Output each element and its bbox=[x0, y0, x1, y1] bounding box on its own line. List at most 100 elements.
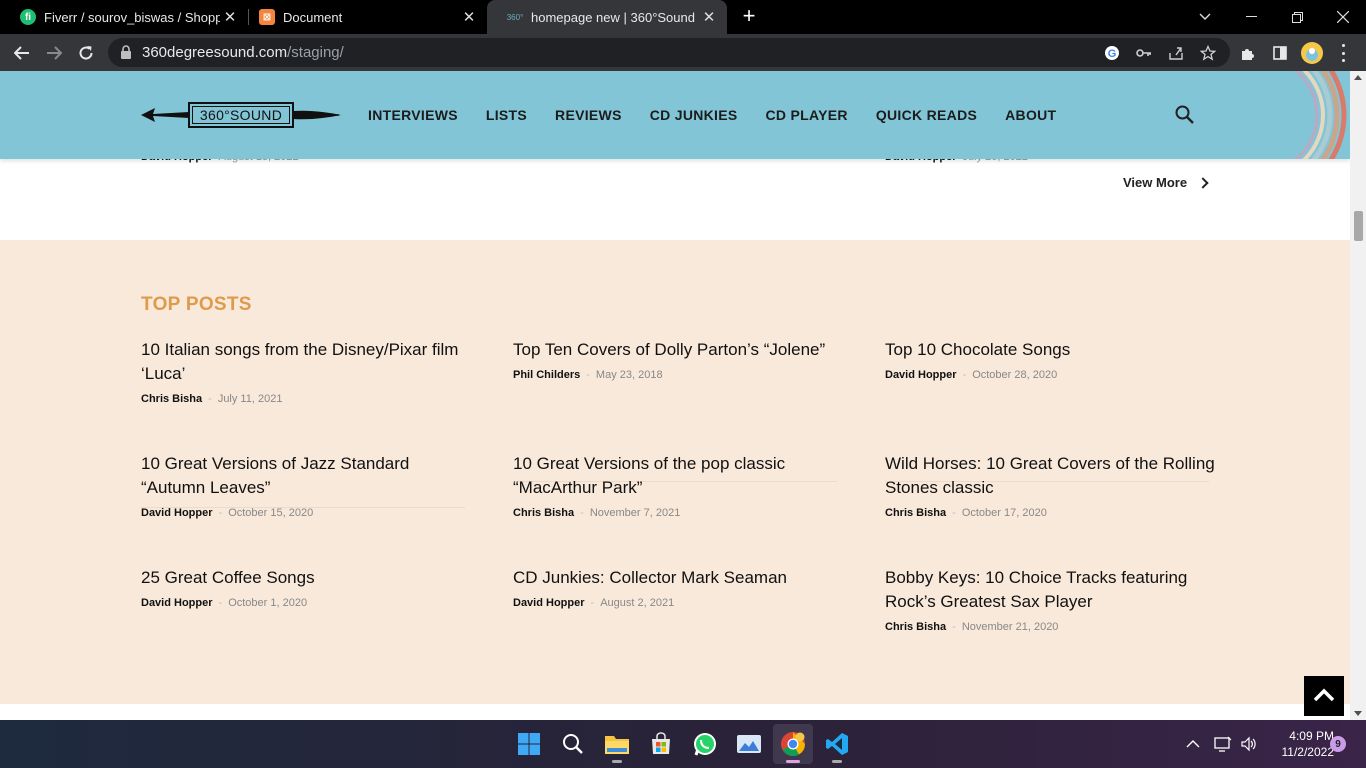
nav-cd-player[interactable]: CD PLAYER bbox=[766, 107, 848, 123]
photos-button[interactable] bbox=[729, 724, 769, 764]
profile-avatar-icon[interactable] bbox=[1300, 41, 1324, 65]
post-author[interactable]: Chris Bisha bbox=[141, 393, 202, 405]
close-window-button[interactable] bbox=[1320, 0, 1366, 34]
clock[interactable]: 4:09 PM 11/2/2022 bbox=[1264, 728, 1335, 760]
chevron-up-icon[interactable] bbox=[1186, 739, 1200, 749]
post-date: October 28, 2020 bbox=[972, 369, 1058, 381]
nav-lists[interactable]: LISTS bbox=[486, 107, 527, 123]
post-title[interactable]: 10 Italian songs from the Disney/Pixar f… bbox=[141, 338, 471, 386]
post-card: 10 Great Versions of Jazz Standard “Autu… bbox=[141, 452, 471, 519]
chevron-up-icon bbox=[1313, 688, 1335, 702]
back-button[interactable] bbox=[9, 40, 35, 66]
search-button[interactable] bbox=[1174, 104, 1196, 126]
view-more-label: View More bbox=[1123, 175, 1188, 190]
post-date: October 17, 2020 bbox=[961, 507, 1047, 519]
minimize-button[interactable] bbox=[1228, 0, 1274, 34]
chrome-button[interactable] bbox=[773, 724, 813, 764]
key-icon[interactable] bbox=[1135, 44, 1153, 62]
scroll-up-icon[interactable] bbox=[1354, 75, 1362, 80]
vscode-icon bbox=[826, 733, 848, 755]
tab-fiverr[interactable]: fi Fiverr / sourov_biswas / Shopping ✕ bbox=[0, 0, 248, 34]
post-author[interactable]: David Hopper bbox=[141, 507, 213, 519]
system-tray bbox=[1186, 720, 1258, 768]
taskbar-search-button[interactable] bbox=[553, 724, 593, 764]
close-icon[interactable]: ✕ bbox=[459, 8, 479, 26]
network-icon[interactable] bbox=[1214, 736, 1232, 752]
nav-quick-reads[interactable]: QUICK READS bbox=[876, 107, 977, 123]
forward-button[interactable] bbox=[41, 40, 67, 66]
nav-reviews[interactable]: REVIEWS bbox=[555, 107, 622, 123]
url-text[interactable]: 360degreesound.com/staging/ bbox=[142, 44, 344, 61]
windows-taskbar: 4:09 PM 11/2/2022 9 bbox=[0, 720, 1366, 768]
start-button[interactable] bbox=[509, 724, 549, 764]
post-title[interactable]: Top 10 Chocolate Songs bbox=[885, 338, 1215, 362]
google-icon[interactable]: G bbox=[1103, 44, 1121, 62]
share-icon[interactable] bbox=[1167, 44, 1185, 62]
microsoft-store-button[interactable] bbox=[641, 724, 681, 764]
post-title[interactable]: Wild Horses: 10 Great Covers of the Roll… bbox=[885, 452, 1215, 500]
post-author[interactable]: David Hopper bbox=[141, 597, 213, 609]
vscode-button[interactable] bbox=[817, 724, 857, 764]
volume-icon[interactable] bbox=[1240, 736, 1258, 752]
lock-icon[interactable] bbox=[120, 45, 132, 59]
decorative-stripes bbox=[1293, 71, 1347, 159]
site-logo[interactable]: 360°SOUND bbox=[141, 99, 341, 131]
nav-cd-junkies[interactable]: CD JUNKIES bbox=[650, 107, 738, 123]
chevron-down-icon bbox=[1199, 13, 1211, 20]
post-date: November 7, 2021 bbox=[589, 507, 681, 519]
notification-badge[interactable]: 9 bbox=[1330, 736, 1346, 752]
restore-button[interactable] bbox=[1274, 0, 1320, 34]
close-icon[interactable]: ✕ bbox=[699, 8, 719, 26]
post-title[interactable]: CD Junkies: Collector Mark Seaman bbox=[513, 566, 843, 590]
nav-interviews[interactable]: INTERVIEWS bbox=[368, 107, 458, 123]
svg-text:G: G bbox=[1108, 48, 1117, 60]
close-icon[interactable]: ✕ bbox=[220, 8, 240, 26]
scroll-down-icon[interactable] bbox=[1354, 711, 1362, 716]
post-title[interactable]: 10 Great Versions of Jazz Standard “Autu… bbox=[141, 452, 471, 500]
post-title[interactable]: 10 Great Versions of the pop classic “Ma… bbox=[513, 452, 843, 500]
post-card: 10 Italian songs from the Disney/Pixar f… bbox=[141, 338, 471, 405]
new-tab-button[interactable]: + bbox=[738, 5, 760, 27]
tab-title: Document bbox=[283, 9, 343, 25]
page-viewport: David HopperAugust 18, 2022 David Hopper… bbox=[0, 71, 1350, 720]
tab-search-button[interactable] bbox=[1182, 0, 1228, 34]
fiverr-icon: fi bbox=[20, 9, 36, 25]
post-title[interactable]: Top Ten Covers of Dolly Parton’s “Jolene… bbox=[513, 338, 843, 362]
post-date: November 21, 2020 bbox=[961, 621, 1059, 633]
section-title: TOP POSTS bbox=[141, 294, 252, 315]
arrow-left-icon bbox=[14, 46, 29, 60]
post-title[interactable]: Bobby Keys: 10 Choice Tracks featuring R… bbox=[885, 566, 1215, 614]
side-panel-icon[interactable] bbox=[1270, 43, 1290, 63]
post-author[interactable]: Chris Bisha bbox=[513, 507, 574, 519]
tab-homepage[interactable]: 360° homepage new | 360°Sound ✕ bbox=[487, 0, 727, 34]
tab-document[interactable]: ⊠ Document ✕ bbox=[239, 0, 487, 34]
browser-tab-strip: fi Fiverr / sourov_biswas / Shopping ✕ ⊠… bbox=[0, 0, 1366, 34]
clock-date: 11/2/2022 bbox=[1281, 745, 1335, 759]
post-date: July 11, 2021 bbox=[217, 393, 283, 405]
post-author[interactable]: David Hopper bbox=[885, 369, 957, 381]
bookmark-star-icon[interactable] bbox=[1199, 44, 1217, 62]
reload-button[interactable] bbox=[73, 40, 99, 66]
browser-menu-icon[interactable] bbox=[1342, 44, 1346, 62]
post-author[interactable]: David Hopper bbox=[513, 597, 585, 609]
page-scrollbar[interactable] bbox=[1350, 71, 1366, 720]
extensions-icon[interactable] bbox=[1238, 43, 1258, 63]
whatsapp-button[interactable] bbox=[685, 724, 725, 764]
post-title[interactable]: 25 Great Coffee Songs bbox=[141, 566, 471, 590]
address-bar[interactable]: 360degreesound.com/staging/ G bbox=[108, 38, 1230, 67]
post-card: Top 10 Chocolate Songs David Hopper - Octo… bbox=[885, 338, 1215, 381]
nav-about[interactable]: ABOUT bbox=[1005, 107, 1056, 123]
post-author[interactable]: Phil Childers bbox=[513, 369, 580, 381]
post-date: May 23, 2018 bbox=[595, 369, 663, 381]
search-icon bbox=[1175, 105, 1194, 124]
post-author[interactable]: Chris Bisha bbox=[885, 507, 946, 519]
scroll-thumb[interactable] bbox=[1354, 211, 1363, 241]
back-to-top-button[interactable] bbox=[1304, 676, 1344, 716]
post-card: CD Junkies: Collector Mark Seaman David … bbox=[513, 566, 843, 609]
post-author[interactable]: Chris Bisha bbox=[885, 621, 946, 633]
file-explorer-button[interactable] bbox=[597, 724, 637, 764]
photos-icon bbox=[737, 735, 761, 753]
site-header: 360°SOUND INTERVIEWS LISTS REVIEWS CD JU… bbox=[0, 71, 1350, 159]
view-more-link[interactable]: View More bbox=[1123, 175, 1209, 190]
tab-title: homepage new | 360°Sound bbox=[531, 9, 695, 25]
